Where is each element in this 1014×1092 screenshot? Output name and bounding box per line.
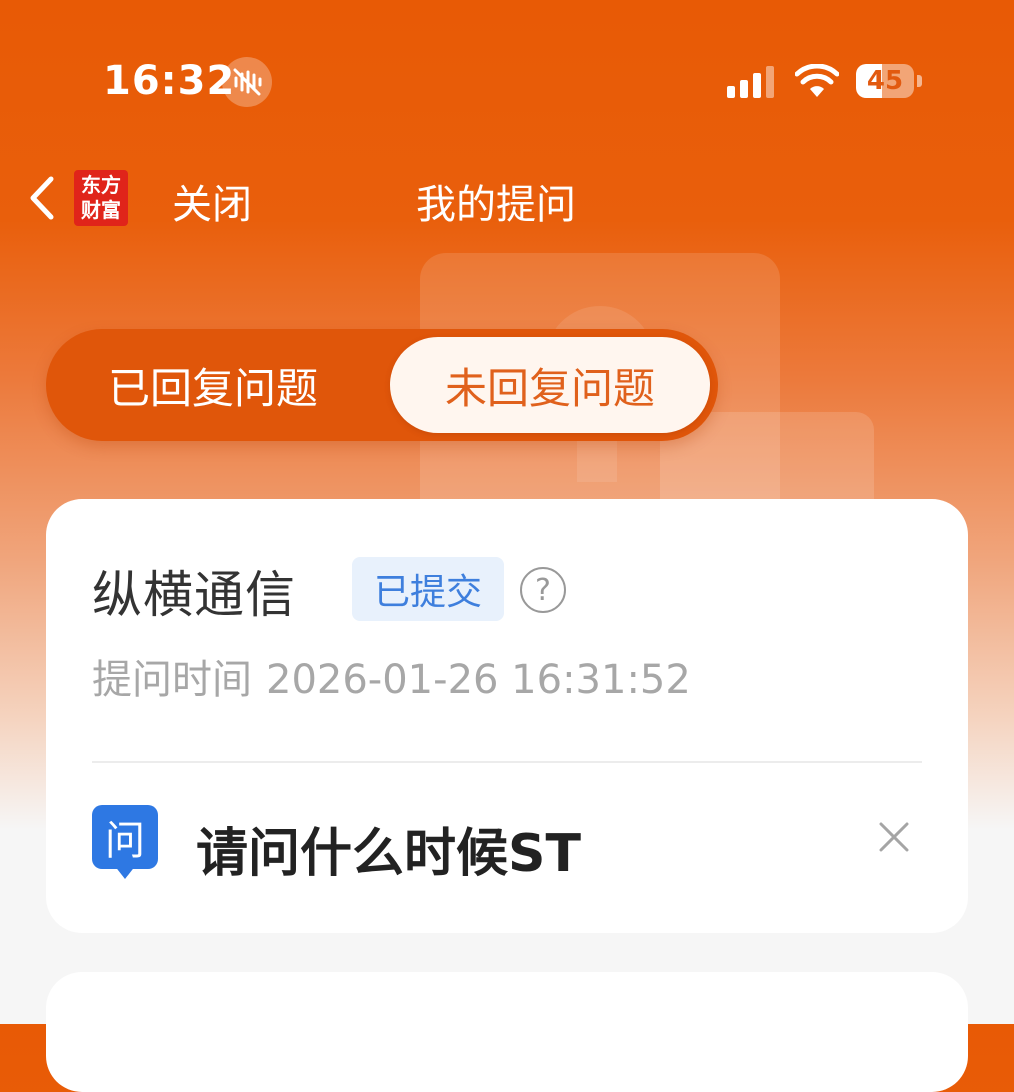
question-badge-icon: 问 xyxy=(92,805,158,869)
tab-unreplied[interactable]: 未回复问题 xyxy=(390,337,710,433)
question-time-value: 2026-01-26 16:31:52 xyxy=(266,657,691,703)
status-badge: 已提交 xyxy=(352,557,504,621)
wifi-icon xyxy=(794,63,840,102)
tab-replied[interactable]: 已回复问题 xyxy=(46,329,380,441)
delete-button[interactable] xyxy=(872,815,916,859)
battery-icon: 45 xyxy=(856,64,914,98)
question-card[interactable]: 纵横通信 已提交 ? 提问时间 2026-01-26 16:31:52 问 请问什… xyxy=(46,499,968,933)
stock-name: 纵横通信 xyxy=(92,566,296,624)
question-time-label: 提问时间 xyxy=(92,657,252,703)
mute-icon xyxy=(222,57,272,107)
status-time: 16:32 xyxy=(103,58,236,104)
close-icon xyxy=(879,822,909,852)
next-question-card[interactable] xyxy=(46,972,968,1092)
chevron-left-icon xyxy=(30,176,54,220)
brand-logo-line1: 东方 xyxy=(81,173,121,197)
page-title: 我的提问 xyxy=(416,182,576,228)
battery-tip xyxy=(917,75,922,87)
divider xyxy=(92,761,922,763)
back-button[interactable] xyxy=(20,170,64,226)
brand-logo-line2: 财富 xyxy=(81,198,121,222)
close-button[interactable]: 关闭 xyxy=(172,172,252,230)
help-icon[interactable]: ? xyxy=(520,567,566,613)
question-text: 请问什么时候ST xyxy=(196,824,581,884)
tab-switcher: 已回复问题 未回复问题 xyxy=(46,329,718,441)
question-badge-tail xyxy=(114,865,136,879)
brand-logo: 东方 财富 xyxy=(74,170,128,226)
battery-level: 45 xyxy=(866,66,904,96)
question-time: 提问时间 2026-01-26 16:31:52 xyxy=(92,647,691,705)
signal-icon xyxy=(727,66,775,102)
